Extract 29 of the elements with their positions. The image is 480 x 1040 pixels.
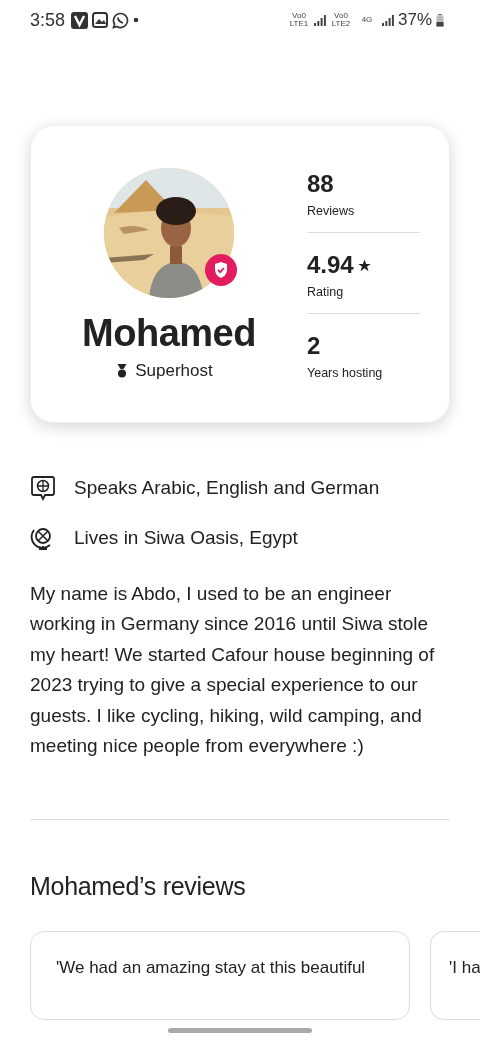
network-label: Vo0 LTE2 (330, 12, 352, 28)
battery-icon (436, 13, 444, 27)
medal-icon (117, 364, 128, 378)
signal-icon (313, 14, 326, 26)
stat-label: Reviews (307, 204, 356, 218)
app-v-icon (71, 11, 89, 29)
stat-label: Rating (307, 285, 345, 299)
bio-text: My name is Abdo, I used to be an engineer working in Germany since 2016 until Siwa stole my heart! We started Cafour house beginning of 2023 trying to give a special experience to our guests. I like cycling, hiking, wild camping, and meeting nice people from everywhere :) (30, 582, 436, 759)
battery-percent: 37% (397, 10, 432, 30)
fact-text: Speaks Arabic, English and German (74, 477, 380, 499)
network-label: Vo0 LTE1 (288, 12, 310, 28)
review-text: 'I ha (449, 958, 480, 978)
gallery-icon (92, 12, 109, 28)
reviews-heading: Mohamed’s reviews (30, 872, 247, 902)
dot-icon (133, 17, 140, 23)
signal-icon (381, 14, 394, 26)
stat-label: Years hosting (307, 366, 384, 380)
stat-value: 88 (307, 170, 334, 198)
stat-value: 2 (307, 332, 321, 360)
network-label: 4G (360, 16, 374, 24)
review-text: 'We had an amazing stay at this beautiful (56, 958, 366, 978)
superhost-label: Superhost (135, 361, 213, 381)
status-time: 3:58 (30, 9, 66, 31)
stat-value: 4.94 (307, 251, 354, 279)
fact-text: Lives in Siwa Oasis, Egypt (74, 527, 298, 549)
globe-speech-icon (30, 475, 56, 501)
home-indicator[interactable] (168, 1028, 312, 1033)
host-name: Mohamed (82, 312, 256, 355)
chat-bubble-icon (112, 11, 130, 29)
